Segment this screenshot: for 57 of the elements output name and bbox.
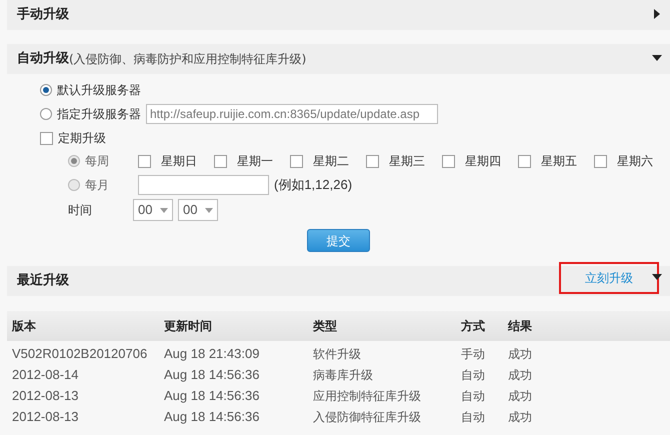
table-cell-text: 病毒库升级 bbox=[312, 366, 374, 384]
table-cell-text: 2012-08-14 bbox=[11, 366, 80, 384]
table-cell-text: 成功 bbox=[507, 346, 533, 362]
caret-icon bbox=[205, 208, 213, 212]
day-label: 星期四 bbox=[465, 153, 501, 170]
hour-dropdown[interactable]: 00 bbox=[133, 199, 173, 221]
dropdown-value: 00 bbox=[183, 201, 198, 220]
radio-button[interactable] bbox=[40, 108, 52, 120]
table-cell-text: 自动 bbox=[460, 408, 486, 426]
table-cell-text: V502R0102B20120706 bbox=[11, 344, 148, 363]
time-label: 时间 bbox=[68, 202, 93, 219]
section-subtitle: (入侵防御、病毒防护和应用控制特征库升级) bbox=[69, 51, 306, 68]
option-label: 每月 bbox=[85, 177, 110, 194]
table-cell-text: 成功 bbox=[507, 366, 533, 384]
option-label: 定期升级 bbox=[58, 130, 106, 147]
table-cell-text: Aug 18 14:56:36 bbox=[163, 366, 260, 384]
option-label: 默认升级服务器 bbox=[57, 82, 141, 99]
hint-text: (例如1,12,26) bbox=[274, 176, 352, 194]
column-header: 方式 bbox=[460, 318, 486, 335]
section-title: 手动升级 bbox=[17, 6, 69, 24]
url-field[interactable]: http://safeup.ruijie.com.cn:8365/update/update.asp bbox=[146, 104, 438, 124]
day-field[interactable] bbox=[138, 175, 269, 195]
day-label: 星期日 bbox=[161, 153, 197, 170]
column-header: 结果 bbox=[506, 318, 533, 335]
table-cell-text: 软件升级 bbox=[312, 346, 362, 362]
table-cell-text: 2012-08-13 bbox=[11, 386, 80, 405]
table-cell-text: 手动 bbox=[460, 346, 486, 362]
day-label: 星期二 bbox=[313, 153, 349, 170]
table-cell-text: Aug 18 21:43:09 bbox=[163, 344, 260, 363]
table-cell-text: 2012-08-13 bbox=[11, 408, 80, 426]
day-label: 星期六 bbox=[617, 153, 653, 170]
section-title: 自动升级 bbox=[17, 50, 69, 68]
option-label: 每周 bbox=[85, 153, 110, 170]
column-header: 版本 bbox=[10, 318, 37, 335]
expand-icon[interactable] bbox=[652, 9, 662, 19]
day-label: 星期三 bbox=[389, 153, 425, 170]
option-label: 指定升级服务器 bbox=[57, 106, 141, 123]
caret-icon bbox=[160, 208, 168, 212]
table-cell-text: Aug 18 14:56:36 bbox=[163, 408, 260, 426]
dropdown-value: 00 bbox=[138, 201, 152, 220]
collapse-icon[interactable] bbox=[652, 272, 662, 282]
radio-button[interactable] bbox=[40, 84, 52, 96]
checkbox[interactable] bbox=[40, 132, 53, 144]
table-cell-text: 自动 bbox=[460, 388, 486, 404]
section-title: 最近升级 bbox=[17, 272, 69, 290]
table-cell-text: Aug 18 14:56:36 bbox=[163, 386, 260, 405]
table-cell-text: 入侵防御特征库升级 bbox=[312, 408, 422, 426]
collapse-icon[interactable] bbox=[652, 53, 662, 63]
column-header: 类型 bbox=[312, 318, 338, 335]
table-cell-text: 自动 bbox=[460, 366, 486, 384]
day-label: 星期一 bbox=[237, 153, 273, 170]
table-cell-text: 成功 bbox=[507, 388, 533, 404]
table-cell-text: 成功 bbox=[507, 408, 533, 426]
day-label: 星期五 bbox=[541, 153, 577, 170]
table-cell-text: 应用控制特征库升级 bbox=[312, 388, 422, 404]
column-header: 更新时间 bbox=[163, 318, 213, 335]
minute-dropdown[interactable]: 00 bbox=[178, 199, 218, 221]
